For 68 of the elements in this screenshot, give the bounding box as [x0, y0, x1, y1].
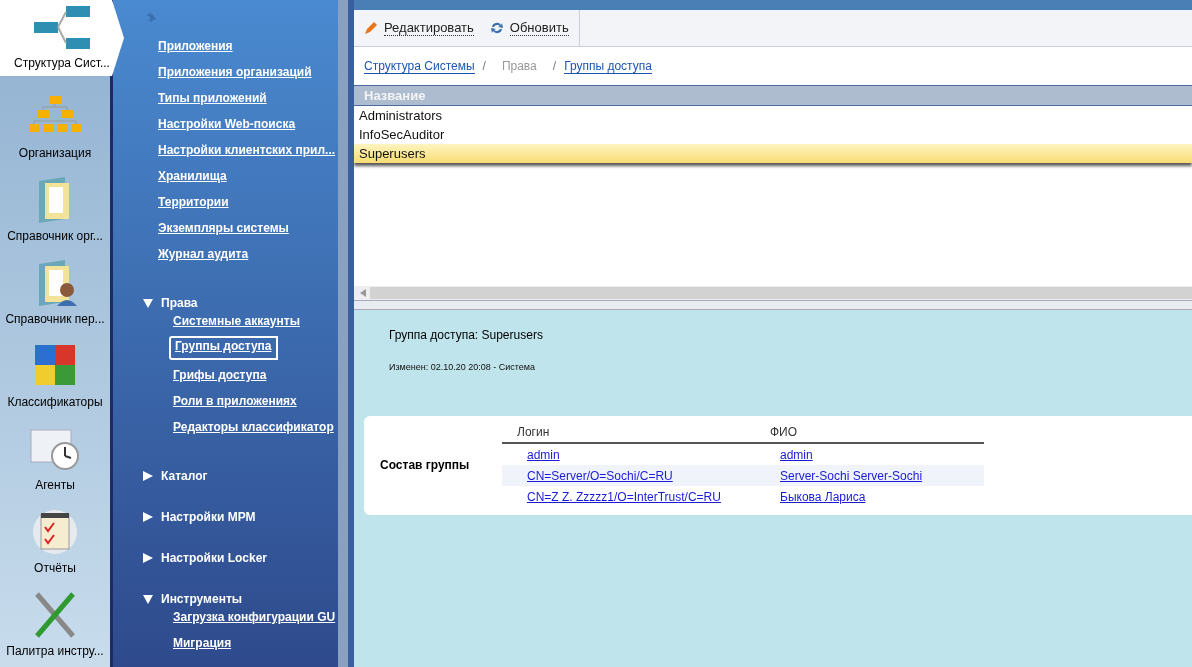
- nav-link[interactable]: Настройки Web-поиска: [158, 115, 296, 141]
- collapsed-triangle-icon[interactable]: [143, 470, 153, 481]
- toolbar-button[interactable]: Редактировать: [362, 20, 484, 36]
- column-header: Логин: [516, 425, 551, 439]
- horizontal-scrollbar[interactable]: [354, 286, 1192, 300]
- nav-link[interactable]: Приложения организаций: [158, 63, 312, 89]
- name-link[interactable]: Server-Sochi Server-Sochi: [780, 468, 923, 483]
- section-title[interactable]: Настройки МРМ: [161, 509, 256, 524]
- app-label: Справочник пер...: [5, 312, 105, 326]
- nav-link[interactable]: Экземпляры системы: [158, 219, 289, 245]
- column-header: ФИО: [769, 425, 799, 439]
- app-label: Палитра инстру...: [6, 644, 104, 658]
- nav-link[interactable]: Загрузка конфигурации GU: [173, 608, 336, 634]
- nav-link[interactable]: Миграция: [173, 634, 232, 660]
- breadcrumb-link[interactable]: Группы доступа: [564, 58, 652, 74]
- login-link[interactable]: CN=Server/O=Sochi/C=RU: [527, 468, 673, 483]
- login-link[interactable]: admin: [527, 447, 560, 462]
- app-label: Классификаторы: [7, 395, 103, 409]
- breadcrumb-text: Права: [501, 59, 537, 73]
- app-label: Организация: [18, 146, 92, 160]
- expanded-triangle-icon[interactable]: [143, 297, 153, 308]
- splitter-handle[interactable]: [354, 300, 1192, 310]
- table-row[interactable]: Superusers: [354, 144, 1192, 163]
- pencil-icon: [364, 21, 378, 35]
- table-row[interactable]: Administrators: [354, 106, 1192, 125]
- nav-link[interactable]: Хранилища: [158, 167, 227, 193]
- nav-link[interactable]: Грифы доступа: [173, 366, 267, 392]
- app-tile[interactable]: Справочник орг...: [0, 166, 110, 249]
- toolbar-button[interactable]: Обновить: [487, 10, 580, 46]
- collapsed-triangle-icon[interactable]: [143, 552, 153, 563]
- collapsed-triangle-icon[interactable]: [143, 511, 153, 522]
- section-title[interactable]: Настройки Locker: [161, 550, 267, 565]
- nav-link[interactable]: Настройки клиентских прил...: [158, 141, 336, 167]
- section-title[interactable]: Права: [161, 295, 198, 310]
- table-row[interactable]: InfoSecAuditor: [354, 125, 1192, 144]
- login-link[interactable]: CN=Z Z. Zzzzz1/O=InterTrust/C=RU: [527, 489, 721, 504]
- app-tile[interactable]: Классификаторы: [0, 332, 110, 415]
- modified-info: Изменен: 02.10.20 20:08 - Система: [389, 362, 537, 372]
- breadcrumb-separator: /: [482, 59, 486, 73]
- nav-link[interactable]: Приложения: [158, 37, 233, 63]
- app-tile[interactable]: Агенты: [0, 415, 110, 498]
- nav-link[interactable]: Типы приложений: [158, 89, 267, 115]
- breadcrumb-link[interactable]: Структура Системы: [364, 58, 475, 74]
- nav-link[interactable]: Системные аккаунты: [173, 312, 300, 338]
- nav-link[interactable]: Территории: [158, 193, 229, 219]
- nav-link[interactable]: Группы доступа: [169, 336, 278, 360]
- section-title[interactable]: Инструменты: [161, 591, 243, 606]
- app-tile[interactable]: Палитра инстру...: [0, 581, 110, 664]
- app-tile[interactable]: Организация: [0, 83, 110, 166]
- nav-link[interactable]: Роли в приложениях: [173, 392, 297, 418]
- members-label: Состав группы: [380, 457, 471, 472]
- section-title[interactable]: Каталог: [161, 468, 208, 483]
- refresh-icon: [489, 21, 504, 35]
- app-label: Отчёты: [34, 561, 76, 575]
- app-tile[interactable]: Структура Сист...: [0, 0, 124, 76]
- breadcrumb-separator: /: [552, 59, 557, 73]
- nav-link[interactable]: Журнал аудита: [158, 245, 249, 271]
- expanded-triangle-icon[interactable]: [143, 593, 153, 604]
- name-link[interactable]: Быкова Лариса: [780, 489, 866, 504]
- nav-link[interactable]: Редакторы классификатор: [173, 418, 334, 444]
- app-label: Агенты: [35, 478, 75, 492]
- app-label: Структура Сист...: [14, 56, 110, 70]
- app-tile[interactable]: Справочник пер...: [0, 249, 110, 332]
- app-label: Справочник орг...: [7, 229, 103, 243]
- scrollbar[interactable]: [338, 0, 354, 667]
- detail-title: Группа доступа: Superusers: [389, 328, 544, 342]
- name-link[interactable]: admin: [780, 447, 813, 462]
- app-tile[interactable]: Отчёты: [0, 498, 110, 581]
